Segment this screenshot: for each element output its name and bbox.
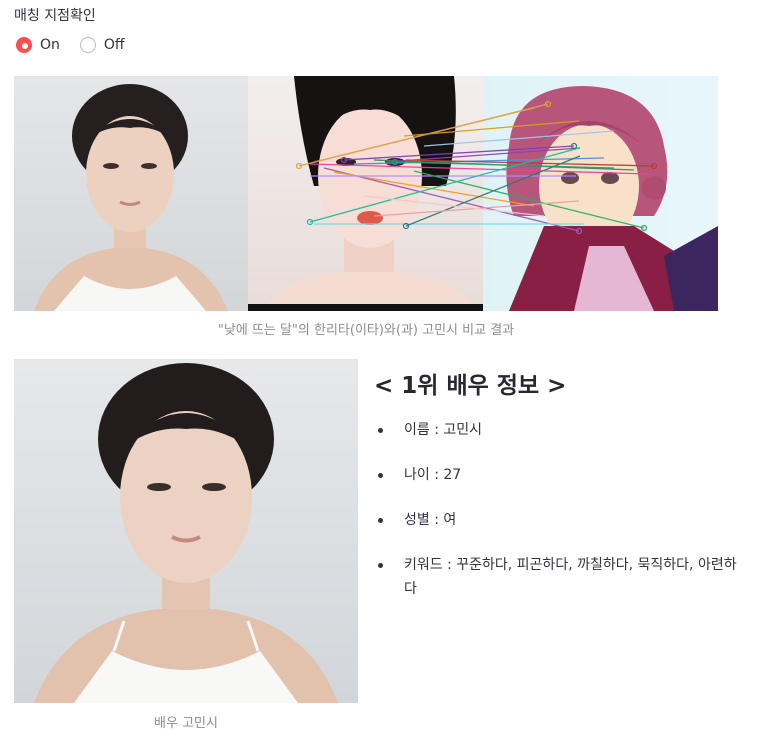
radio-off-label: Off [103, 37, 125, 53]
actor-gender-item: 성별 : 여 [374, 508, 744, 532]
actor-photo [14, 359, 358, 703]
app-root: 매칭 지점확인 On Off "낮에 뜨는 달"의 한리타(이타)와(과) 고민… [0, 0, 762, 746]
radio-off-indicator[interactable] [79, 37, 96, 53]
actor-keywords-item: 키워드 : 꾸준하다, 피곤하다, 까칠하다, 묵직하다, 아련하다 [374, 553, 744, 601]
actor-age-item: 나이 : 27 [374, 463, 744, 487]
matching-toggle-label: 매칭 지점확인 [14, 8, 96, 24]
actor-info-panel: < 1위 배우 정보 > 이름 : 고민시 나이 : 27 성별 : 여 키워드… [374, 366, 744, 622]
actor-info-list: 이름 : 고민시 나이 : 27 성별 : 여 키워드 : 꾸준하다, 피곤하다… [374, 418, 744, 601]
actor-name-item: 이름 : 고민시 [374, 418, 744, 442]
radio-option-on[interactable]: On [16, 37, 60, 53]
comparison-caption: "낮에 뜨는 달"의 한리타(이타)와(과) 고민시 비교 결과 [217, 323, 515, 338]
radio-option-off[interactable]: Off [79, 37, 125, 53]
matching-radio-group[interactable]: On Off [16, 37, 125, 53]
radio-on-label: On [40, 37, 60, 53]
actor-caption: 배우 고민시 [154, 716, 218, 731]
matching-comparison-image [14, 76, 718, 311]
actor-info-title: < 1위 배우 정보 > [374, 373, 567, 399]
radio-on-indicator[interactable] [16, 37, 32, 53]
